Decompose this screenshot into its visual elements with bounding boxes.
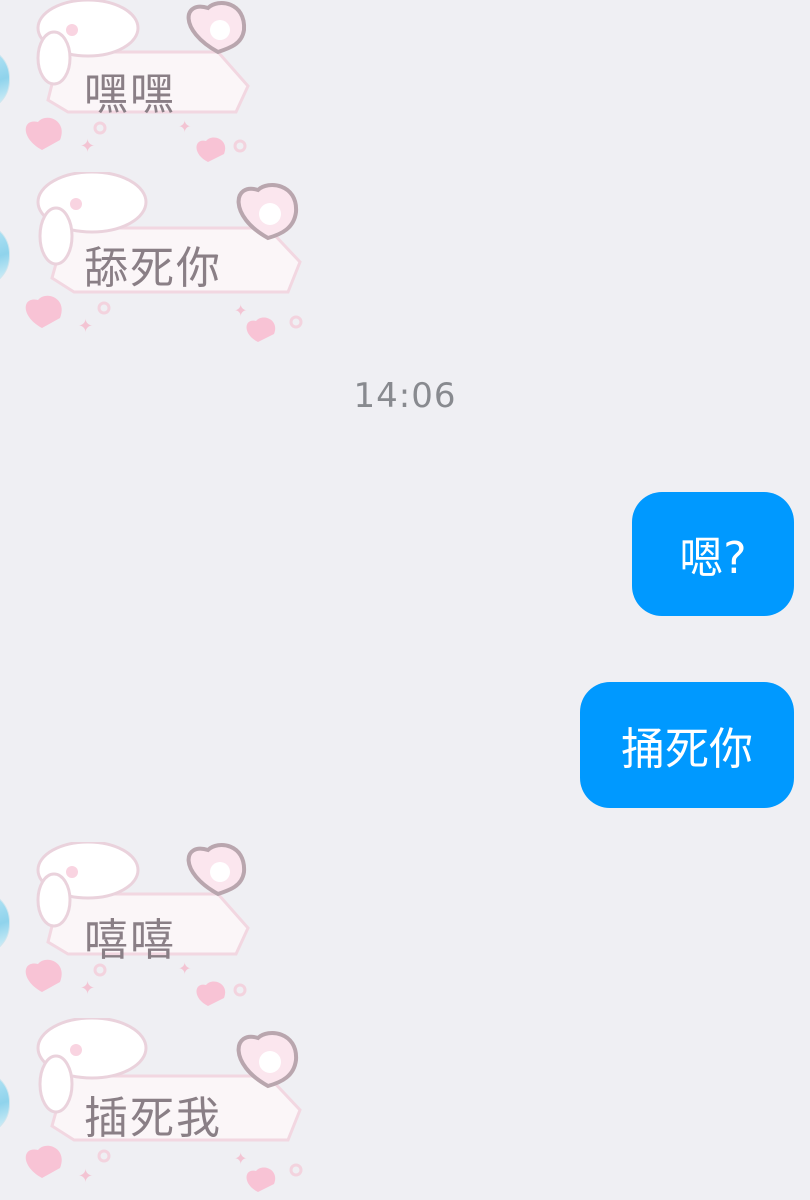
outgoing-message-bubble[interactable]: 嗯? <box>632 492 794 616</box>
sticker-caption: 嘿嘿 <box>84 69 176 120</box>
outgoing-message-bubble[interactable]: 捅死你 <box>580 682 794 808</box>
svg-text:✦: ✦ <box>178 117 191 136</box>
sticker-message[interactable]: ✦ ✦ 舔死你 <box>8 172 318 347</box>
sticker-message[interactable]: ✦ ✦ 嘻嘻 <box>8 842 268 1014</box>
message-text: 嗯? <box>679 533 747 584</box>
timestamp: 14:06 <box>353 376 457 416</box>
svg-text:✦: ✦ <box>234 301 247 320</box>
svg-text:✦: ✦ <box>78 1166 93 1187</box>
svg-text:✦: ✦ <box>178 959 191 978</box>
sticker-message[interactable]: ✦ ✦ 嘿嘿 <box>8 0 268 170</box>
sticker-caption: 嘻嘻 <box>84 915 176 966</box>
sticker-caption: 插死我 <box>84 1093 222 1144</box>
sticker-message[interactable]: ✦ ✦ 插死我 <box>8 1018 318 1196</box>
svg-text:✦: ✦ <box>80 136 95 157</box>
message-text: 捅死你 <box>621 724 753 775</box>
svg-text:✦: ✦ <box>234 1149 247 1168</box>
sticker-caption: 舔死你 <box>84 243 222 294</box>
svg-text:✦: ✦ <box>78 316 93 337</box>
svg-text:✦: ✦ <box>80 978 95 999</box>
